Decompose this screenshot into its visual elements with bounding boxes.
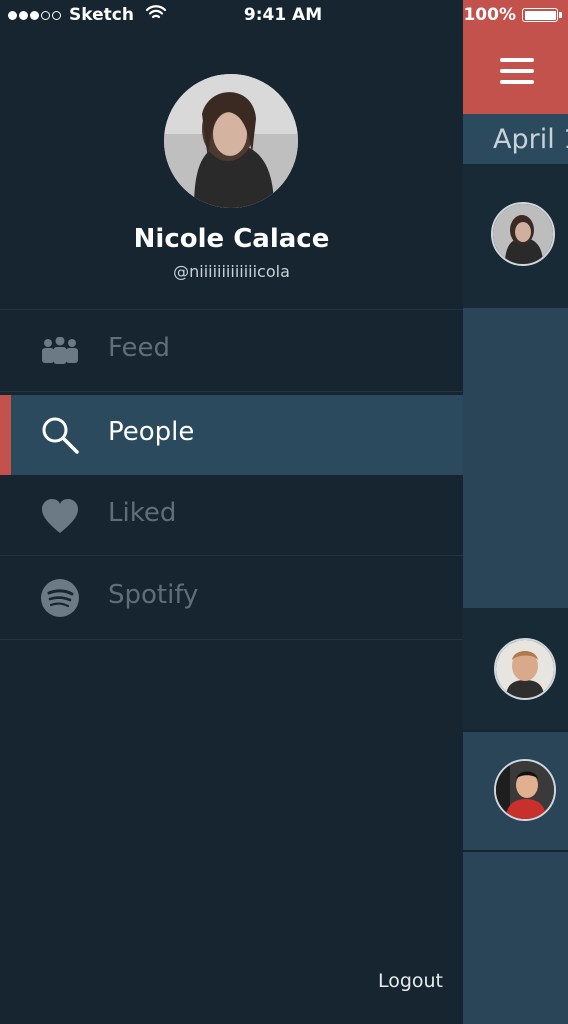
- menu-item-liked[interactable]: Liked: [0, 476, 463, 556]
- spotify-icon: [40, 578, 80, 618]
- main-content-peek[interactable]: April 1: [463, 0, 568, 1024]
- menu-label-liked: Liked: [108, 498, 177, 528]
- battery-percent: 100%: [463, 5, 516, 25]
- search-icon: [40, 415, 80, 455]
- list-item[interactable]: [463, 164, 568, 308]
- divider: [463, 730, 568, 732]
- divider: [0, 555, 463, 556]
- divider: [0, 391, 463, 392]
- heart-icon: [40, 496, 80, 536]
- profile-name: Nicole Calace: [133, 224, 330, 254]
- menu-item-spotify[interactable]: Spotify: [0, 558, 463, 638]
- date-header: April 1: [463, 114, 568, 164]
- people-group-icon: [40, 331, 80, 371]
- divider: [463, 850, 568, 852]
- navigation-drawer: Nicole Calace @niiiiiiiiiiiiicola Feed P…: [0, 0, 463, 1024]
- active-indicator: [0, 395, 11, 475]
- avatar: [494, 638, 556, 700]
- profile-avatar[interactable]: [164, 74, 298, 208]
- menu-item-people[interactable]: People: [0, 395, 463, 475]
- battery-icon: [522, 8, 562, 22]
- divider: [0, 309, 463, 310]
- menu-label-people: People: [108, 417, 195, 447]
- list-item[interactable]: [463, 608, 568, 730]
- menu-label-spotify: Spotify: [108, 580, 199, 610]
- hamburger-icon: [500, 58, 534, 91]
- avatar: [491, 202, 555, 266]
- avatar: [494, 759, 556, 821]
- profile-handle: @niiiiiiiiiiiiicola: [173, 262, 290, 281]
- menu-label-feed: Feed: [108, 333, 171, 363]
- date-label: April 1: [493, 124, 568, 155]
- logout-button[interactable]: Logout: [378, 970, 443, 992]
- menu-item-feed[interactable]: Feed: [0, 311, 463, 391]
- status-bar: Sketch 9:41 AM 100%: [0, 0, 568, 32]
- divider: [0, 639, 463, 640]
